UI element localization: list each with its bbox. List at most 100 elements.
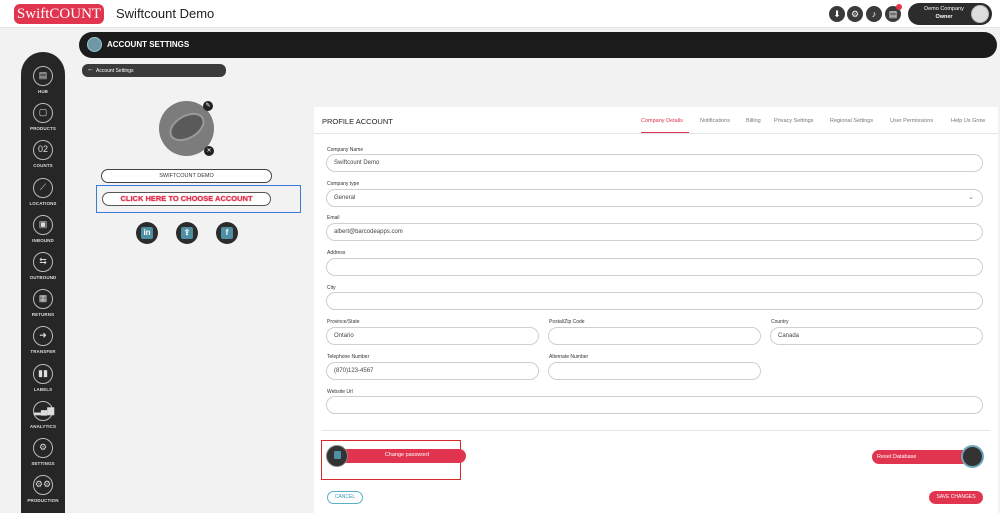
remove-logo-icon[interactable]: ✕: [204, 146, 214, 156]
counts-icon: 02: [33, 140, 53, 161]
rail-item-label: RETURNS: [31, 312, 55, 318]
choose-account-button[interactable]: CLICK HERE TO CHOOSE ACCOUNT: [102, 192, 271, 206]
email-field[interactable]: albert@barcodeapps.com: [326, 223, 983, 241]
company-type-value: General: [334, 195, 356, 201]
divider: [314, 133, 998, 134]
document-icon[interactable]: ▤: [885, 4, 902, 22]
returns-icon: ▦: [33, 289, 53, 310]
analytics-icon: ▂▄▆: [33, 400, 54, 421]
province-input[interactable]: Ontario: [326, 327, 539, 345]
linkedin-icon: in: [141, 227, 153, 239]
reset-database-icon: [961, 445, 984, 468]
change-password-button[interactable]: Change password: [326, 445, 466, 467]
rail-item-label: HUB: [37, 89, 49, 94]
company-name-display: SWIFTCOUNT DEMO: [101, 169, 272, 183]
bell-icon[interactable]: ♪: [866, 6, 882, 22]
rail-item-label: COUNTS: [33, 163, 53, 169]
city-label: City: [327, 285, 336, 291]
user-role: Owner: [935, 14, 953, 20]
rail-item-locations[interactable]: ⟋ LOCATIONS: [21, 177, 65, 206]
share-button[interactable]: ⇪: [176, 222, 198, 244]
back-arrow-icon[interactable]: ←: [87, 66, 94, 73]
rail-item-label: INBOUND: [32, 237, 54, 243]
download-icon[interactable]: ⬇: [829, 6, 845, 22]
linkedin-button[interactable]: in: [136, 222, 158, 244]
telephone-label: Telephone Number: [327, 354, 370, 360]
postal-input[interactable]: [548, 327, 761, 345]
production-icon: ⚙⚙: [33, 475, 53, 496]
telephone-input[interactable]: (870)123-4567: [326, 362, 539, 380]
breadcrumb[interactable]: ← Account Settings: [82, 64, 226, 77]
rail-item-counts[interactable]: 02 COUNTS: [21, 140, 65, 168]
gear-icon[interactable]: ⚙: [847, 6, 863, 22]
reset-database-button[interactable]: Reset Database: [872, 445, 984, 468]
address-label: Address: [327, 250, 346, 256]
facebook-button[interactable]: f: [216, 222, 238, 244]
city-input[interactable]: [326, 292, 983, 310]
divider: [322, 430, 990, 431]
left-nav-rail: ▤ HUB ▢ PRODUCTS 02 COUNTS ⟋ LOCATIONS ▣ INBOUND ⇆…: [21, 52, 65, 513]
save-button[interactable]: SAVE CHANGES: [929, 491, 983, 504]
rail-item-label: PRODUCTION: [27, 498, 59, 504]
rail-item-transfer[interactable]: ➜ TRANSFER: [21, 326, 65, 354]
rail-item-label: TRANSFER: [30, 349, 56, 355]
chevron-down-icon: ⌄: [968, 194, 974, 201]
transfer-icon: ➜: [33, 326, 53, 347]
website-input[interactable]: [326, 396, 983, 414]
lock-body: [334, 451, 341, 459]
rail-item-label: SETTINGS: [31, 461, 55, 466]
avatar: [971, 5, 989, 23]
tab-privacy-settings[interactable]: Privacy Settings: [774, 118, 813, 124]
company-type-select[interactable]: General ⌄: [326, 189, 983, 207]
rail-item-production[interactable]: ⚙⚙ PRODUCTION: [21, 475, 65, 503]
labels-icon: ▮▮: [33, 363, 53, 384]
swiftcount-logo[interactable]: SwiftCOUNT: [14, 4, 104, 24]
products-icon: ▢: [33, 103, 53, 124]
tab-billing[interactable]: Billing: [746, 118, 761, 124]
email-label: Email: [327, 215, 340, 221]
football-image: [164, 107, 210, 147]
tab-help-us-grow[interactable]: Help Us Grow: [951, 118, 985, 124]
page-header: ACCOUNT SETTINGS: [79, 32, 997, 58]
rail-item-settings[interactable]: ⚙ SETTINGS: [21, 438, 65, 466]
tab-regional-settings[interactable]: Regional Settings: [830, 118, 873, 124]
reset-database-label: Reset Database: [877, 454, 917, 460]
profile-card: PROFILE ACCOUNT Company Details Notifica…: [314, 107, 998, 513]
locations-icon: ⟋: [33, 177, 53, 198]
rail-item-products[interactable]: ▢ PRODUCTS: [21, 103, 65, 131]
cancel-button[interactable]: CANCEL: [327, 491, 363, 504]
share-icon: ⇪: [181, 227, 193, 239]
rail-item-labels[interactable]: ▮▮ LABELS: [21, 363, 65, 392]
tab-company-details[interactable]: Company Details: [641, 118, 683, 124]
country-label: Country: [771, 319, 789, 325]
tab-user-permissions[interactable]: User Permissions: [890, 118, 933, 124]
rail-item-hub[interactable]: ▤ HUB: [21, 66, 65, 94]
notification-dot: [896, 4, 902, 10]
address-input[interactable]: [326, 258, 983, 276]
postal-label: Postal/Zip Code: [549, 319, 585, 325]
rail-item-label: OUTBOUND: [29, 275, 57, 280]
rail-item-label: PRODUCTS: [29, 126, 57, 132]
hub-icon: ▤: [33, 66, 53, 86]
website-label: Website Url: [327, 389, 353, 395]
tab-notifications[interactable]: Notifications: [700, 118, 730, 124]
alternate-label: Alternate Number: [549, 354, 589, 360]
rail-item-label: LABELS: [33, 386, 53, 392]
rail-item-label: LOCATIONS: [29, 200, 57, 206]
tab-bar: Company Details Notifications Billing Pr…: [314, 118, 998, 132]
province-label: Province/State: [327, 319, 360, 325]
rail-item-inbound[interactable]: ▣ INBOUND: [21, 214, 65, 243]
company-type-label: Company type: [327, 181, 360, 187]
rail-item-analytics[interactable]: ▂▄▆ ANALYTICS: [21, 400, 65, 429]
rail-item-returns[interactable]: ▦ RETURNS: [21, 289, 65, 317]
company-name-input[interactable]: Swiftcount Demo: [326, 154, 983, 172]
rail-item-outbound[interactable]: ⇆ OUTBOUND: [21, 252, 65, 280]
breadcrumb-label: Account Settings: [96, 68, 134, 74]
edit-pencil-icon[interactable]: ✎: [203, 101, 213, 111]
outbound-icon: ⇆: [33, 252, 53, 272]
facebook-icon: f: [221, 227, 233, 239]
country-input[interactable]: Canada: [770, 327, 983, 345]
lock-icon: [326, 445, 348, 467]
user-menu[interactable]: Demo Company Owner: [908, 3, 992, 25]
alternate-input[interactable]: [548, 362, 761, 380]
